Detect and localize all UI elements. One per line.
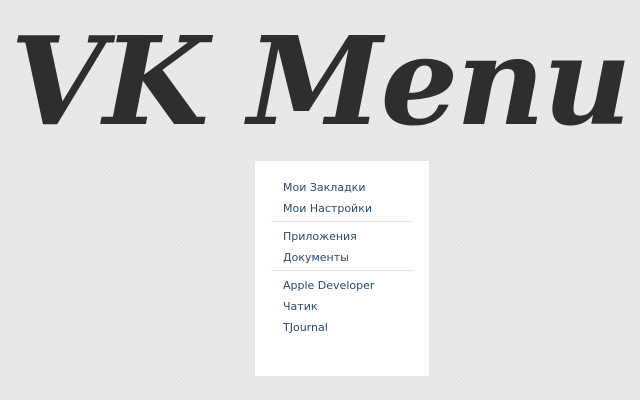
menu-group-apps: Приложения Документы	[255, 226, 429, 268]
menu-item-applications[interactable]: Приложения	[255, 226, 429, 247]
menu-item-my-bookmarks[interactable]: Мои Закладки	[255, 177, 429, 198]
menu-group-links: Apple Developer Чатик TJournal	[255, 275, 429, 338]
menu-divider	[271, 221, 413, 222]
menu-item-chat[interactable]: Чатик	[255, 296, 429, 317]
menu-item-tjournal[interactable]: TJournal	[255, 317, 429, 338]
menu-divider	[271, 270, 413, 271]
menu-item-documents[interactable]: Документы	[255, 247, 429, 268]
menu-item-apple-developer[interactable]: Apple Developer	[255, 275, 429, 296]
menu-panel: Мои Закладки Мои Настройки Приложения До…	[255, 161, 429, 376]
page-title: VK Menu	[10, 9, 631, 153]
menu-group-bookmarks: Мои Закладки Мои Настройки	[255, 161, 429, 219]
menu-item-my-settings[interactable]: Мои Настройки	[255, 198, 429, 219]
